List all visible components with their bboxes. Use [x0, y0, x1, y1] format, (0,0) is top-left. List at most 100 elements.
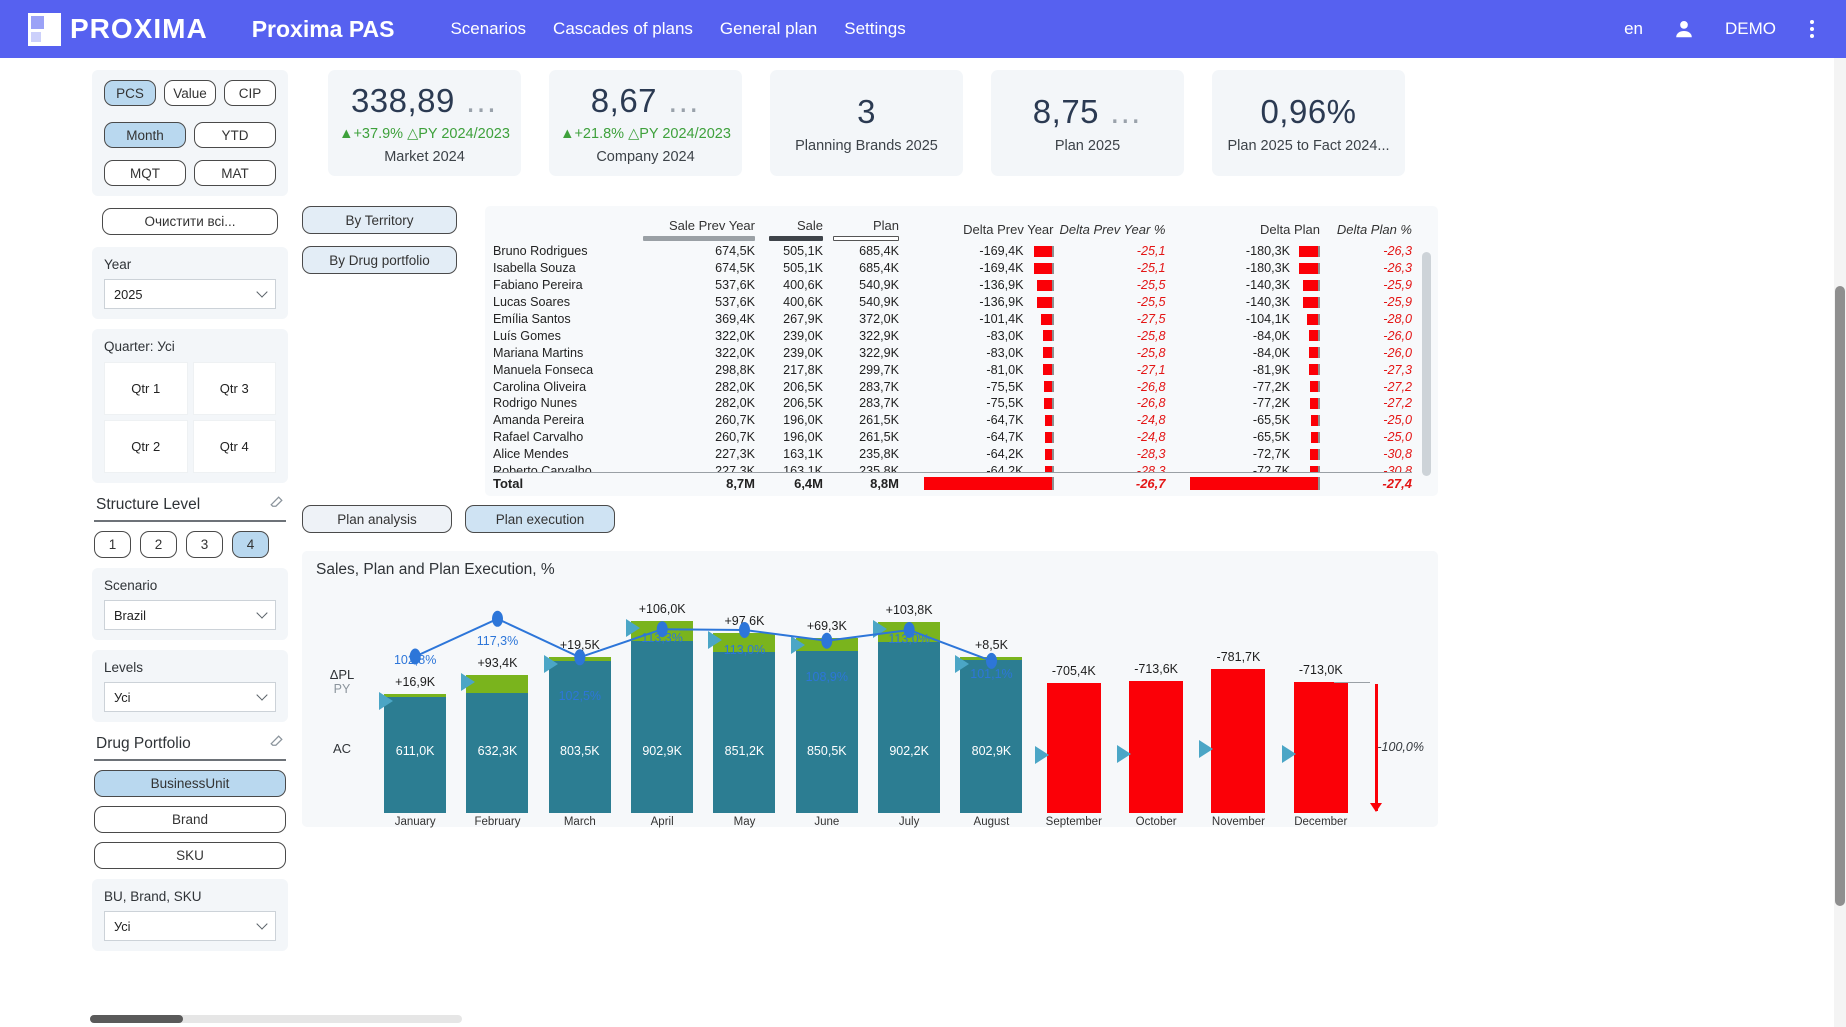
period-button-mqt[interactable]: MQT [104, 160, 186, 186]
table-row[interactable]: Roberto Carvalho 227,3K 163,1K 235,8K -6… [493, 463, 1412, 472]
structure-level-4[interactable]: 4 [232, 531, 269, 558]
unit-button-cip[interactable]: CIP [224, 80, 276, 106]
by-territory-button[interactable]: By Territory [302, 206, 457, 234]
horizontal-scrollbar-track[interactable] [90, 1015, 462, 1023]
table-row[interactable]: Rodrigo Nunes 282,0K 206,5K 283,7K -75,5… [493, 395, 1412, 412]
bar-value-label: 902,9K [642, 744, 682, 758]
month-bar[interactable]: 632,3K [466, 675, 529, 813]
scenario-select[interactable]: Brazil [104, 600, 276, 630]
unit-button-value[interactable]: Value [164, 80, 216, 106]
col-delta-plan[interactable]: Delta Plan [1166, 222, 1320, 239]
ac-segment[interactable]: 902,9K [631, 641, 694, 813]
period-button-month[interactable]: Month [104, 122, 186, 148]
col-delta-prev-year-pct[interactable]: Delta Prev Year % [1054, 222, 1166, 239]
structure-level-1[interactable]: 1 [94, 531, 131, 558]
unit-button-pcs[interactable]: PCS [104, 80, 156, 106]
structure-level-2[interactable]: 2 [140, 531, 177, 558]
ac-segment[interactable]: 851,2K [713, 652, 776, 813]
eraser-icon[interactable] [269, 734, 284, 754]
quarter-qtr-3[interactable]: Qtr 3 [192, 362, 276, 415]
clear-all-button[interactable]: Очистити всі... [102, 208, 278, 235]
delta-prev-year-bar [1027, 347, 1054, 359]
user-name[interactable]: DEMO [1725, 19, 1776, 39]
month-bar[interactable]: 611,0K [384, 694, 447, 813]
month-bar[interactable]: 902,9K [631, 621, 694, 813]
col-delta-prev-year[interactable]: Delta Prev Year [899, 222, 1053, 239]
quarter-qtr-4[interactable]: Qtr 4 [192, 420, 276, 473]
month-bar-negative[interactable] [1211, 669, 1266, 813]
table-row[interactable]: Lucas Soares 537,6K 400,6K 540,9K -136,9… [493, 294, 1412, 311]
page-scrollbar-track[interactable] [1834, 58, 1846, 1027]
ac-segment[interactable]: 902,2K [878, 642, 941, 813]
drug-portfolio-button-brand[interactable]: Brand [94, 806, 286, 833]
ac-segment[interactable]: 802,9K [960, 660, 1023, 813]
month-bar-negative[interactable] [1129, 681, 1184, 813]
col-delta-plan-pct[interactable]: Delta Plan % [1320, 222, 1412, 239]
table-row[interactable]: Carolina Oliveira 282,0K 206,5K 283,7K -… [493, 378, 1412, 395]
period-button-mat[interactable]: MAT [194, 160, 276, 186]
table-row[interactable]: Emília Santos 369,4K 267,9K 372,0K -101,… [493, 311, 1412, 328]
drug-portfolio-button-sku[interactable]: SKU [94, 842, 286, 869]
col-plan[interactable]: Plan [823, 218, 899, 243]
month-bar-negative[interactable] [1293, 682, 1348, 813]
kebab-menu-icon[interactable] [1806, 16, 1818, 42]
table-row[interactable]: Amanda Pereira 260,7K 196,0K 261,5K -64,… [493, 412, 1412, 429]
month-bar[interactable]: 902,2K [878, 622, 941, 813]
chart-column-june: 850,5K +69,3K 108,9% [786, 583, 868, 813]
table-row[interactable]: Fabiano Pereira 537,6K 400,6K 540,9K -13… [493, 277, 1412, 294]
table-row[interactable]: Luís Gomes 322,0K 239,0K 322,9K -83,0K -… [493, 327, 1412, 344]
table-scrollbar[interactable] [1422, 252, 1431, 476]
nav-settings[interactable]: Settings [844, 19, 905, 39]
execution-pct-label: 102,5% [558, 689, 602, 703]
row-name: Mariana Martins [493, 345, 584, 360]
eraser-icon[interactable] [269, 495, 284, 515]
table-row[interactable]: Mariana Martins 322,0K 239,0K 322,9K -83… [493, 344, 1412, 361]
top-bar: PROXIMA Proxima PAS Scenarios Cascades of… [0, 0, 1846, 58]
table-row[interactable]: Alice Mendes 227,3K 163,1K 235,8K -64,2K… [493, 446, 1412, 463]
ac-segment[interactable]: 632,3K [466, 693, 529, 813]
nav-scenarios[interactable]: Scenarios [450, 19, 526, 39]
proxima-logo[interactable]: PROXIMA [28, 12, 208, 46]
by-drug-portfolio-button[interactable]: By Drug portfolio [302, 246, 457, 274]
delta-prev-year-bar [1027, 465, 1054, 472]
month-label-may: May [733, 816, 756, 828]
structure-level-3[interactable]: 3 [186, 531, 223, 558]
col-sale[interactable]: Sale [755, 218, 823, 243]
delta-label: +19,5K [559, 638, 600, 652]
period-button-ytd[interactable]: YTD [194, 122, 276, 148]
chevron-down-icon [256, 918, 268, 930]
month-bar[interactable]: 803,5K [548, 657, 611, 813]
month-bar-negative[interactable] [1046, 683, 1101, 813]
drug-portfolio-button-businessunit[interactable]: BusinessUnit [94, 770, 286, 797]
table-row[interactable]: Manuela Fonseca 298,8K 217,8K 299,7K -81… [493, 361, 1412, 378]
main-content: 338,89 … ▲+37.9% △PY 2024/2023 Market 20… [302, 58, 1438, 828]
page-scrollbar-thumb[interactable] [1835, 286, 1845, 906]
col-sale-prev-year[interactable]: Sale Prev Year [643, 218, 755, 243]
plan-analysis-tab[interactable]: Plan analysis [302, 505, 452, 533]
user-icon[interactable] [1673, 18, 1695, 40]
horizontal-scrollbar-thumb[interactable] [90, 1015, 183, 1023]
bar-value-label: 803,5K [560, 744, 600, 758]
levels-select[interactable]: Усі [104, 682, 276, 712]
bu-brand-sku-select[interactable]: Усі [104, 911, 276, 941]
month-bar[interactable]: 851,2K [713, 633, 776, 813]
delta-py-segment[interactable] [466, 675, 529, 693]
plan-execution-tab[interactable]: Plan execution [465, 505, 615, 533]
ac-segment[interactable]: 803,5K [548, 661, 611, 813]
table-row[interactable]: Rafael Carvalho 260,7K 196,0K 261,5K -64… [493, 429, 1412, 446]
month-bar[interactable]: 850,5K [795, 638, 858, 813]
delta-prev-year-bar [1027, 313, 1054, 325]
year-select[interactable]: 2025 [104, 279, 276, 309]
table-row[interactable]: Bruno Rodrigues 674,5K 505,1K 685,4K -16… [493, 243, 1412, 260]
nav-cascades-of-plans[interactable]: Cascades of plans [553, 19, 693, 39]
quarter-label: Quarter: Усі [104, 339, 175, 354]
row-name: Carolina Oliveira [493, 379, 587, 394]
quarter-qtr-1[interactable]: Qtr 1 [104, 362, 188, 415]
delta-py-segment[interactable] [795, 638, 858, 651]
table-row[interactable]: Isabella Souza 674,5K 505,1K 685,4K -169… [493, 260, 1412, 277]
language-selector[interactable]: en [1624, 19, 1643, 39]
ac-segment[interactable]: 611,0K [384, 697, 447, 813]
nav-general-plan[interactable]: General plan [720, 19, 817, 39]
execution-pct-label: 113,3% [641, 631, 683, 645]
quarter-qtr-2[interactable]: Qtr 2 [104, 420, 188, 473]
